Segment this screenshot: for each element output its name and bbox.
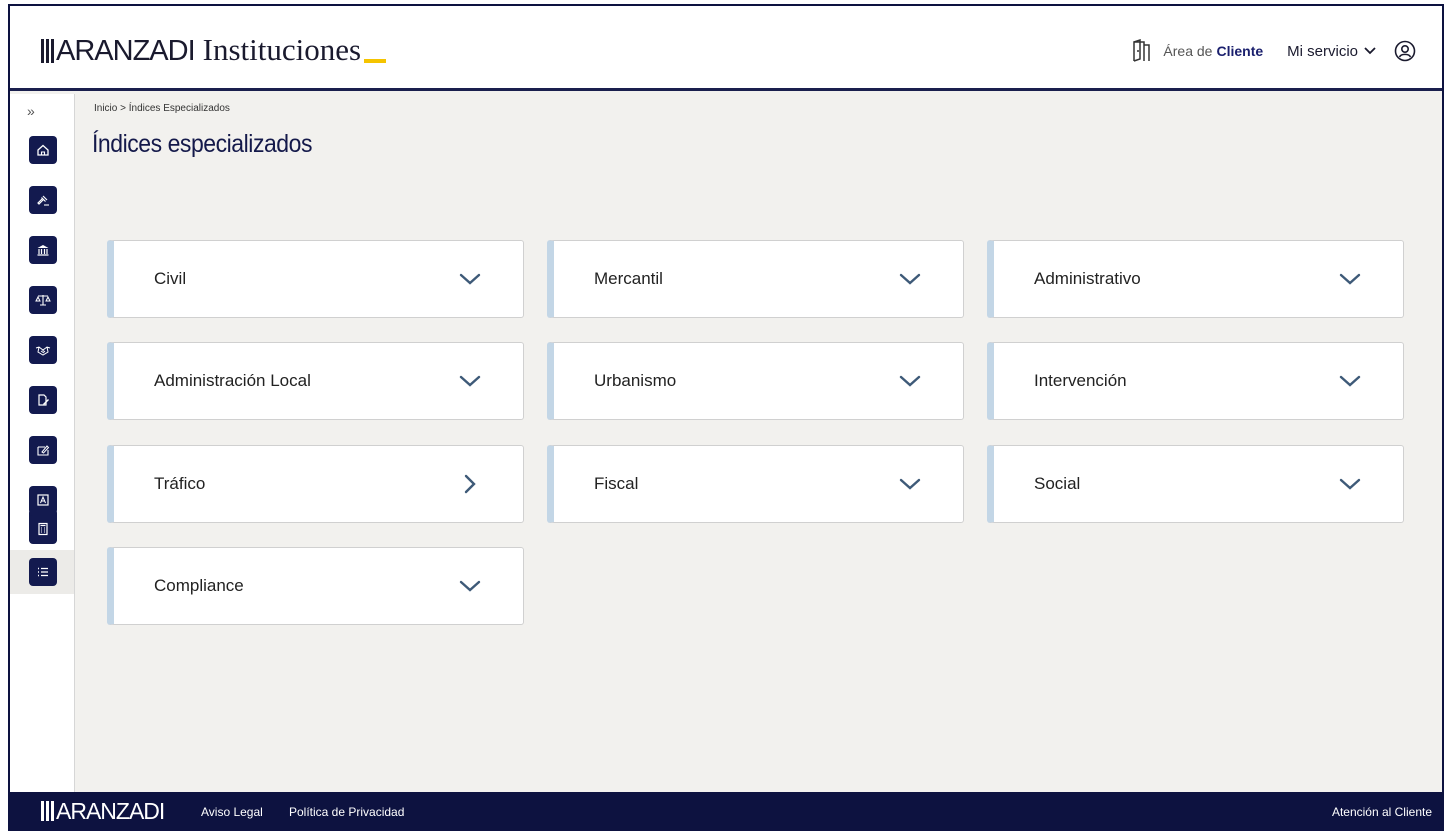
category-label: Administrativo bbox=[1034, 269, 1141, 288]
chevron-down-icon[interactable] bbox=[459, 370, 481, 392]
user-account-button[interactable] bbox=[1394, 40, 1416, 62]
gavel-icon bbox=[37, 195, 49, 206]
area-cliente-link[interactable]: Área de Cliente bbox=[1131, 39, 1263, 63]
atencion-cliente-link[interactable]: Atención al Cliente bbox=[1332, 805, 1432, 819]
footer-logo[interactable]: ARANZADI bbox=[41, 798, 165, 824]
category-label: Tráfico bbox=[154, 474, 206, 493]
category-label: Social bbox=[1034, 474, 1081, 493]
logo-underscore bbox=[364, 59, 387, 63]
scales-icon bbox=[35, 295, 51, 306]
chevron-down-icon[interactable] bbox=[1339, 473, 1361, 495]
category-card[interactable]: Mercantil bbox=[547, 240, 964, 318]
area-prefix: Área de bbox=[1163, 43, 1213, 59]
sidebar-item-home[interactable] bbox=[29, 136, 57, 164]
category-label: Civil bbox=[154, 269, 187, 288]
chevron-down-icon[interactable] bbox=[1339, 370, 1361, 392]
mi-servicio-label: Mi servicio bbox=[1287, 42, 1358, 60]
institution-icon bbox=[37, 245, 49, 256]
category-label: Intervención bbox=[1034, 371, 1127, 390]
chevron-right-icon[interactable] bbox=[459, 473, 481, 495]
category-card[interactable]: Fiscal bbox=[547, 445, 964, 523]
logo-bars-icon bbox=[41, 39, 54, 63]
chevron-down-icon[interactable] bbox=[1339, 268, 1361, 290]
chevron-down-icon[interactable] bbox=[899, 370, 921, 392]
mi-servicio-dropdown[interactable]: Mi servicio bbox=[1287, 43, 1376, 60]
expand-sidebar-button[interactable]: » bbox=[27, 103, 35, 119]
category-card[interactable]: Intervención bbox=[987, 342, 1404, 420]
calculator-icon bbox=[38, 522, 48, 536]
category-card[interactable]: Urbanismo bbox=[547, 342, 964, 420]
app-window: ARANZADI Instituciones Área de Cliente M… bbox=[8, 4, 1444, 831]
handshake-icon bbox=[35, 346, 51, 356]
sidebar-item-legislacion[interactable] bbox=[29, 286, 57, 314]
category-card[interactable]: Administración Local bbox=[107, 342, 524, 420]
chevron-down-icon[interactable] bbox=[899, 268, 921, 290]
category-label: Fiscal bbox=[594, 474, 639, 493]
user-icon bbox=[1394, 40, 1416, 62]
footer: ARANZADI Aviso Legal Política de Privaci… bbox=[10, 792, 1442, 831]
chevron-down-icon[interactable] bbox=[899, 473, 921, 495]
sidebar-item-jurisprudencia[interactable] bbox=[29, 186, 57, 214]
sidebar-item-convenios[interactable] bbox=[29, 336, 57, 364]
aranzadi-instituciones-logo[interactable]: ARANZADI Instituciones bbox=[41, 32, 387, 67]
home-icon bbox=[37, 144, 49, 156]
category-card[interactable]: Administrativo bbox=[987, 240, 1404, 318]
page-title: Índices especializados bbox=[92, 130, 313, 158]
logo-mark-text: ARANZADI bbox=[56, 35, 196, 67]
sidebar-item-instituciones[interactable] bbox=[29, 236, 57, 264]
list-icon bbox=[38, 567, 48, 577]
top-header: ARANZADI Instituciones Área de Cliente M… bbox=[10, 6, 1442, 91]
chevron-down-icon[interactable] bbox=[459, 268, 481, 290]
form-edit-icon bbox=[37, 445, 50, 456]
chevron-down-icon bbox=[1364, 47, 1376, 55]
logo-product-text: Instituciones bbox=[202, 32, 362, 67]
category-label: Administración Local bbox=[154, 371, 311, 390]
footer-logo-text: ARANZADI bbox=[56, 798, 165, 824]
category-card[interactable]: Compliance bbox=[107, 547, 524, 625]
category-card[interactable]: Tráfico bbox=[107, 445, 524, 523]
category-card[interactable]: Social bbox=[987, 445, 1404, 523]
document-edit-icon bbox=[38, 394, 49, 406]
footer-logo-bars-icon bbox=[41, 801, 54, 821]
chevron-down-icon[interactable] bbox=[459, 575, 481, 597]
sidebar-item-formularios[interactable] bbox=[29, 386, 57, 414]
header-actions: Área de Cliente Mi servicio bbox=[1131, 37, 1416, 65]
sidebar-item-calculadoras[interactable] bbox=[29, 515, 57, 543]
sidebar-item-indices[interactable] bbox=[29, 558, 57, 586]
category-label: Mercantil bbox=[594, 269, 663, 288]
breadcrumb[interactable]: Inicio > Índices Especializados bbox=[94, 103, 230, 114]
sidebar-item-modelos[interactable] bbox=[29, 436, 57, 464]
category-card[interactable]: Civil bbox=[107, 240, 524, 318]
door-icon bbox=[1133, 39, 1151, 62]
category-label: Compliance bbox=[154, 576, 244, 595]
category-label: Urbanismo bbox=[594, 371, 677, 390]
aviso-legal-link[interactable]: Aviso Legal bbox=[201, 805, 263, 819]
area-strong: Cliente bbox=[1216, 43, 1264, 59]
privacidad-link[interactable]: Política de Privacidad bbox=[289, 805, 404, 819]
sidebar: » bbox=[10, 94, 75, 792]
text-box-icon bbox=[37, 494, 49, 506]
